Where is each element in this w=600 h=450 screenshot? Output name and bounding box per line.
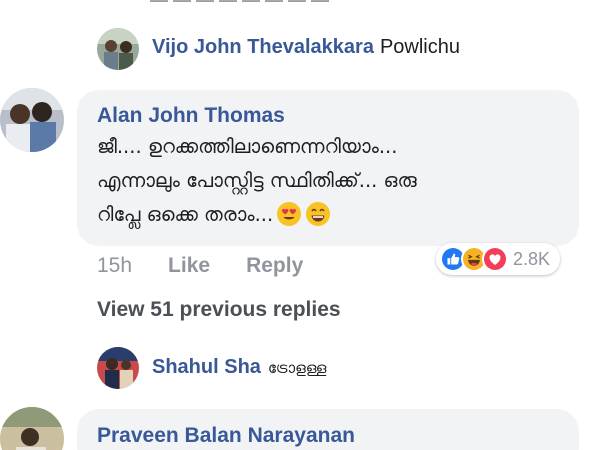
view-previous-replies-link[interactable]: View 51 previous replies xyxy=(97,298,341,322)
reply-button[interactable]: Reply xyxy=(246,254,303,278)
reply-item: Shahul Sha ട്രോളള്ള xyxy=(152,356,327,379)
cut-off-previous-reply: — — — — — — — — xyxy=(0,0,600,6)
cut-off-text-fragment: — — — — — — — — xyxy=(150,0,329,6)
comment-bubble: Praveen Balan Narayanan xyxy=(77,409,579,450)
avatar[interactable] xyxy=(0,407,64,450)
comment-text-segment: റിപ്ലേ ഒക്കെ തരാം... xyxy=(97,203,274,226)
grinning-emoji-icon xyxy=(305,201,331,227)
reply-text: Powlichu xyxy=(379,36,460,58)
avatar[interactable] xyxy=(97,347,139,389)
heart-eyes-emoji-icon xyxy=(276,201,302,227)
comment-text-line: ജീ.... ഉറക്കത്തിലാണെന്നറിയാം... xyxy=(97,135,398,158)
reaction-count: 2.8K xyxy=(513,248,551,269)
like-button[interactable]: Like xyxy=(168,254,210,278)
avatar[interactable] xyxy=(97,28,139,70)
comment-text-line: എന്നാലും പോസ്റ്റിട്ട സ്ഥിതിക്ക്... ഒരു xyxy=(97,169,417,192)
comment-bubble: Alan John Thomas ജീ.... ഉറക്കത്തിലാണെന്ന… xyxy=(77,90,579,246)
comment-text-line: റിപ്ലേ ഒക്കെ തരാം... xyxy=(97,198,567,232)
comment-text: ജീ.... ഉറക്കത്തിലാണെന്നറിയാം... എന്നാലും… xyxy=(97,130,567,232)
comment-author-name[interactable]: Alan John Thomas xyxy=(97,104,285,128)
reply-author-name[interactable]: Shahul Sha xyxy=(152,356,261,379)
reply-author-name[interactable]: Vijo John Thevalakkara xyxy=(152,36,374,59)
love-reaction-icon xyxy=(482,246,508,272)
comment-timestamp[interactable]: 15h xyxy=(97,254,132,278)
comment-actions: 15h Like Reply xyxy=(97,254,303,278)
reply-item: Vijo John Thevalakkara Powlichu xyxy=(152,36,460,59)
comment-author-name[interactable]: Praveen Balan Narayanan xyxy=(97,424,355,448)
reactions-summary[interactable]: 2.8K xyxy=(436,243,561,275)
avatar[interactable] xyxy=(0,88,64,152)
reply-text: ട്രോളള്ള xyxy=(267,359,327,377)
